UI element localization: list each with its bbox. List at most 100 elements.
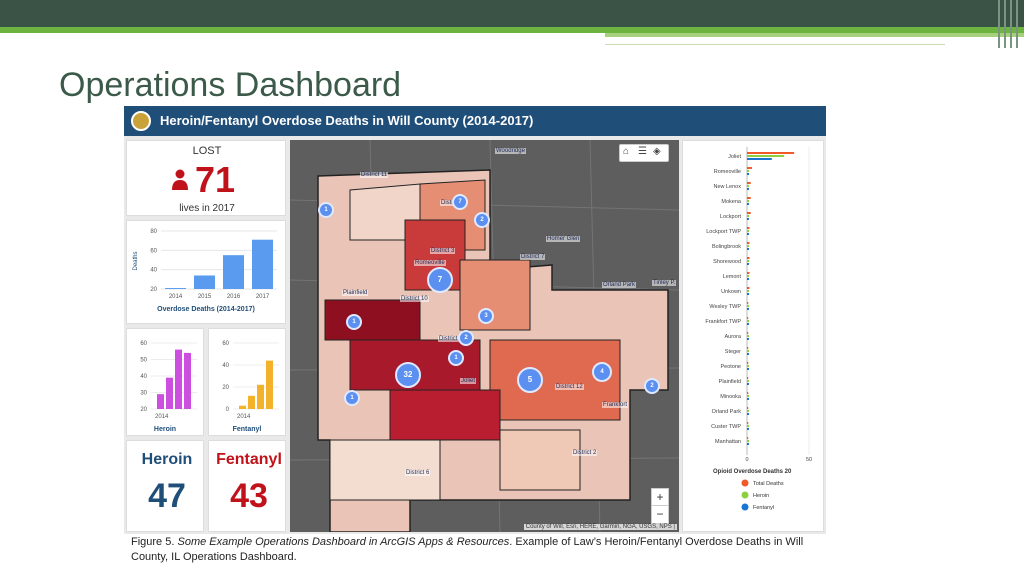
heroin-chart-panel: 60 50 40 30 20 2014 Heroin <box>126 328 204 436</box>
municipality-label: Unkown <box>721 289 741 295</box>
map-view[interactable]: District 11District 3District 9District … <box>290 140 679 532</box>
map-label: District 11 <box>360 172 389 178</box>
cluster-marker[interactable]: 1 <box>344 390 360 406</box>
cluster-marker[interactable]: 1 <box>448 350 464 366</box>
overdose-chart: 80 60 40 20 Deaths 2014 2015 2016 2017Overdose D… <box>133 229 277 313</box>
municipality-label: Frankfort TWP <box>705 319 741 325</box>
bar-total <box>747 167 752 169</box>
municipality-chart-panel: Joliet Romeoville New Lenox Mokena Lockport L… <box>682 140 824 532</box>
zoom-control: + − <box>651 488 669 524</box>
map-label: District 12 <box>555 384 584 390</box>
zoom-out-button[interactable]: − <box>652 506 668 522</box>
bar-heroin <box>747 290 749 292</box>
cluster-marker[interactable]: 7 <box>427 267 453 293</box>
cluster-marker[interactable]: 2 <box>644 378 660 394</box>
bar-heroin <box>747 350 749 352</box>
map-label: District 6 <box>405 470 431 476</box>
bar-total <box>747 347 749 349</box>
bar-total <box>747 407 749 409</box>
bar-heroin <box>747 215 749 217</box>
bar-total <box>747 317 749 319</box>
bar <box>194 275 215 289</box>
bar-heroin <box>747 380 749 382</box>
municipality-label: Steger <box>725 349 741 355</box>
lost-label: LOST <box>192 145 222 157</box>
municipality-label: Wesley TWP <box>709 304 741 310</box>
x-tick-label: 2015 <box>198 294 212 300</box>
person-icon <box>172 169 188 190</box>
dashboard-screenshot: Heroin/Fentanyl Overdose Deaths in Will … <box>124 106 826 534</box>
slide-title: Operations Dashboard <box>59 66 402 104</box>
map-label: Frankfort <box>602 402 629 408</box>
bar-total <box>747 227 750 229</box>
municipality-label: Bolingbrook <box>712 244 741 250</box>
bar-fentanyl <box>747 293 749 295</box>
lost-value: 71 <box>195 159 236 200</box>
bar-fentanyl <box>747 158 772 160</box>
bar-fentanyl <box>747 263 749 265</box>
bar <box>257 384 264 409</box>
y-tick-label: 40 <box>150 268 157 274</box>
y-axis-label: Deaths <box>133 251 139 270</box>
slide-accent-line <box>605 44 945 45</box>
y-tick-label: 40 <box>222 363 229 369</box>
cluster-marker[interactable]: 1 <box>346 314 362 330</box>
fentanyl-chart: 60 40 20 0 2014 Fentanyl <box>222 341 279 433</box>
cluster-marker[interactable]: 2 <box>474 212 490 228</box>
bar-heroin <box>747 425 749 427</box>
bar <box>166 377 173 409</box>
cluster-marker[interactable]: 3 <box>478 308 494 324</box>
municipality-label: Romeoville <box>714 169 741 175</box>
map-label: Romeoville <box>414 260 446 266</box>
bar-heroin <box>747 245 749 247</box>
fentanyl-chart-panel: 60 40 20 0 2014 Fentanyl <box>208 328 286 436</box>
municipality-label: Mokena <box>721 199 742 205</box>
cluster-marker[interactable]: 5 <box>517 367 543 393</box>
map-attribution: County of Will, Esri, HERE, Garmin, NGA,… <box>523 524 677 530</box>
bar-heroin <box>747 335 749 337</box>
map-label: Orland Park <box>602 282 637 288</box>
bar-total <box>747 422 749 424</box>
cluster-marker[interactable]: 1 <box>318 202 334 218</box>
legend-swatch <box>741 491 749 499</box>
lost-subtitle: lives in 2017 <box>179 203 235 214</box>
cluster-marker[interactable]: 2 <box>458 330 474 346</box>
municipality-label: Custer TWP <box>711 424 741 430</box>
bar-total <box>747 242 750 244</box>
legend-swatch <box>741 479 749 487</box>
municipality-label: Plainfield <box>719 379 741 385</box>
home-icon[interactable]: ⌂ <box>623 146 629 157</box>
municipality-label: New Lenox <box>713 184 741 190</box>
cluster-marker[interactable]: 4 <box>592 362 612 382</box>
cluster-marker[interactable]: 32 <box>395 362 421 388</box>
heroin-chart: 60 50 40 30 20 2014 Heroin <box>140 341 197 433</box>
map-label: Woodridge <box>495 148 526 154</box>
layers-icon[interactable]: ◈ <box>653 146 661 157</box>
bar-fentanyl <box>747 428 749 430</box>
dashboard-header: Heroin/Fentanyl Overdose Deaths in Will … <box>124 106 826 136</box>
map-label: Tinley P. <box>652 280 677 286</box>
bar <box>157 394 164 409</box>
bar-heroin <box>747 200 749 202</box>
zoom-in-button[interactable]: + <box>652 489 668 506</box>
bar-fentanyl <box>747 323 749 325</box>
bar-total <box>747 362 749 364</box>
legend-label: Fentanyl <box>753 505 774 511</box>
bar-heroin <box>747 395 749 397</box>
bar-heroin <box>747 305 749 307</box>
y-tick-label: 80 <box>150 229 157 235</box>
bar-heroin <box>747 365 749 367</box>
caption-prefix: Figure 5. <box>131 536 175 548</box>
y-tick-label: 20 <box>150 287 157 293</box>
municipality-label: Manhattan <box>715 439 741 445</box>
municipality-label: Aurora <box>724 334 741 340</box>
bar-total <box>747 197 751 199</box>
figure-caption: Figure 5. Some Example Operations Dashbo… <box>131 535 831 565</box>
cluster-marker[interactable]: 7 <box>452 194 468 210</box>
fentanyl-total-value: 43 <box>230 477 268 515</box>
bar-fentanyl <box>747 368 749 370</box>
y-tick-label: 20 <box>140 407 147 413</box>
map-label: District 7 <box>520 254 546 260</box>
list-icon[interactable]: ☰ <box>638 146 647 157</box>
slide-accent-bar-light <box>605 33 1024 37</box>
